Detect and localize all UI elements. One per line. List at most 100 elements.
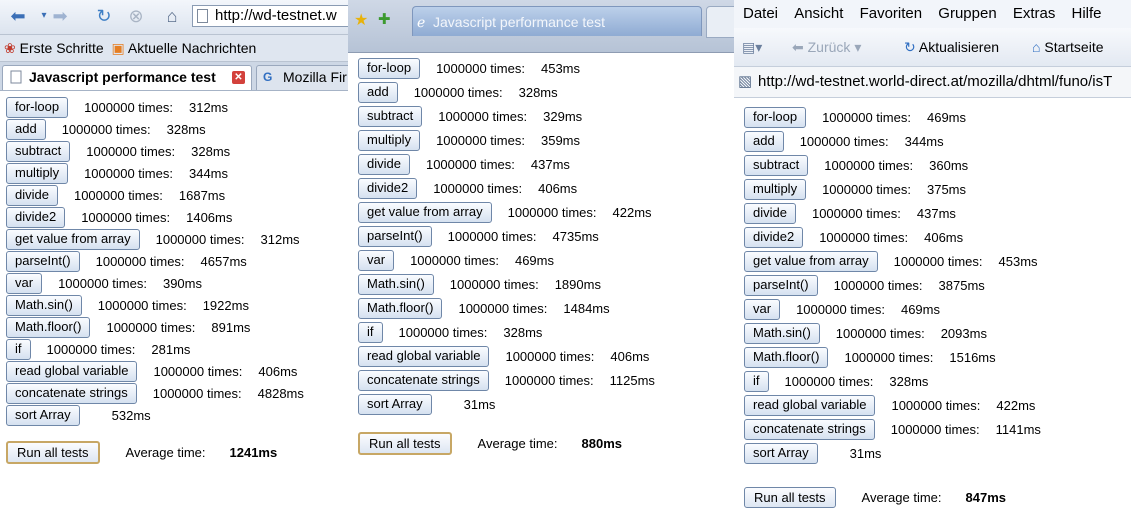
- test-button[interactable]: multiply: [744, 179, 807, 200]
- tab-javascript-performance-test[interactable]: Javascript performance test ✕: [2, 65, 252, 90]
- test-button[interactable]: concatenate strings: [358, 370, 489, 391]
- test-button[interactable]: parseInt(): [744, 275, 818, 296]
- test-button[interactable]: read global variable: [6, 361, 138, 382]
- test-button[interactable]: Math.floor(): [358, 298, 443, 319]
- test-button[interactable]: for-loop: [358, 58, 421, 79]
- duration-text: 1890ms: [554, 277, 601, 292]
- test-button[interactable]: divide2: [744, 227, 804, 248]
- test-button[interactable]: parseInt(): [6, 251, 80, 272]
- test-button[interactable]: sort Array: [744, 443, 818, 464]
- back-button[interactable]: ⬅ Zurück ▾: [792, 28, 861, 66]
- test-button[interactable]: multiply: [358, 130, 421, 151]
- test-row: for-loop 1000000 times: 469ms: [744, 107, 1041, 131]
- test-row: read global variable 1000000 times: 406ms: [358, 346, 655, 370]
- duration-text: 281ms: [151, 342, 191, 357]
- average-time-label: Average time:: [861, 490, 942, 505]
- iterations-text: 1000000 times:: [835, 326, 925, 341]
- menu-datei[interactable]: Datei: [743, 0, 778, 28]
- duration-text: 1406ms: [186, 210, 233, 225]
- test-button[interactable]: subtract: [744, 155, 809, 176]
- iterations-text: 1000000 times:: [86, 144, 176, 159]
- stop-icon[interactable]: ⊗: [126, 6, 146, 26]
- menu-gruppen[interactable]: Gruppen: [938, 0, 996, 28]
- test-row: divide 1000000 times: 437ms: [358, 154, 655, 178]
- test-button[interactable]: Math.sin(): [6, 295, 82, 316]
- test-button[interactable]: sort Array: [358, 394, 432, 415]
- test-row: sort Array 31ms: [744, 443, 1041, 467]
- test-button[interactable]: read global variable: [744, 395, 876, 416]
- menu-ansicht[interactable]: Ansicht: [794, 0, 843, 28]
- test-button[interactable]: add: [358, 82, 398, 103]
- page-menu-icon[interactable]: ▤▾: [742, 28, 762, 66]
- test-button[interactable]: var: [6, 273, 43, 294]
- test-button[interactable]: var: [358, 250, 395, 271]
- duration-text: 422ms: [612, 205, 652, 220]
- menu-favoriten[interactable]: Favoriten: [860, 0, 923, 28]
- iterations-text: 1000000 times:: [84, 166, 173, 181]
- test-button[interactable]: Math.sin(): [744, 323, 820, 344]
- iterations-text: 1000000 times:: [398, 325, 488, 340]
- menu-extras[interactable]: Extras: [1013, 0, 1056, 28]
- duration-text: 328ms: [889, 374, 929, 389]
- run-all-tests-button[interactable]: Run all tests: [6, 441, 100, 464]
- address-bar[interactable]: http://wd-testnet.w: [192, 5, 348, 27]
- star-icon[interactable]: ★: [354, 10, 368, 30]
- test-button[interactable]: for-loop: [6, 97, 69, 118]
- home-icon[interactable]: ⌂: [162, 6, 182, 26]
- tab-mozilla[interactable]: G Mozilla Fir: [256, 65, 348, 90]
- second-browser-window: ★ ✚ ℯ Javascript performance test for-lo…: [348, 0, 734, 511]
- tab-label: Javascript performance test: [29, 69, 216, 85]
- average-time-label: Average time:: [125, 445, 206, 460]
- test-button[interactable]: for-loop: [744, 107, 807, 128]
- test-button[interactable]: concatenate strings: [744, 419, 875, 440]
- duration-text: 469ms: [900, 302, 940, 317]
- test-button[interactable]: if: [744, 371, 769, 392]
- menu-hilfe[interactable]: Hilfe: [1072, 0, 1102, 28]
- iterations-text: 1000000 times:: [458, 301, 548, 316]
- close-tab-icon[interactable]: ✕: [232, 71, 245, 84]
- address-bar[interactable]: ▧ http://wd-testnet.world-direct.at/mozi…: [734, 67, 1131, 98]
- test-button[interactable]: get value from array: [744, 251, 878, 272]
- test-button[interactable]: Math.sin(): [358, 274, 434, 295]
- test-button[interactable]: Math.floor(): [6, 317, 91, 338]
- test-button[interactable]: read global variable: [358, 346, 490, 367]
- test-button[interactable]: divide: [358, 154, 410, 175]
- reload-icon[interactable]: ↻: [94, 6, 114, 26]
- test-row: var 1000000 times: 469ms: [358, 250, 655, 274]
- test-button[interactable]: if: [6, 339, 31, 360]
- test-button[interactable]: divide2: [358, 178, 418, 199]
- test-button[interactable]: divide: [6, 185, 58, 206]
- test-button[interactable]: add: [744, 131, 784, 152]
- tab-javascript-performance-test[interactable]: ℯ Javascript performance test: [412, 6, 702, 36]
- test-row: add 1000000 times: 328ms: [6, 119, 304, 141]
- bookmark-aktuelle-nachrichten[interactable]: ▣ Aktuelle Nachrichten: [112, 35, 257, 61]
- run-all-tests-button[interactable]: Run all tests: [744, 487, 836, 508]
- test-button[interactable]: var: [744, 299, 781, 320]
- add-favorite-icon[interactable]: ✚: [378, 10, 391, 28]
- test-button[interactable]: multiply: [6, 163, 69, 184]
- back-dropdown-icon: ▾: [854, 39, 862, 55]
- bookmark-erste-schritte[interactable]: ❀ Erste Schritte: [4, 35, 104, 61]
- test-button[interactable]: get value from array: [358, 202, 492, 223]
- duration-text: 312ms: [188, 100, 229, 115]
- new-tab-button[interactable]: [706, 6, 734, 38]
- run-all-tests-button[interactable]: Run all tests: [358, 432, 452, 455]
- test-row: for-loop 1000000 times: 453ms: [358, 58, 655, 82]
- duration-text: 891ms: [211, 320, 251, 335]
- refresh-button[interactable]: ↻ Aktualisieren: [904, 28, 999, 66]
- test-button[interactable]: if: [358, 322, 383, 343]
- test-button[interactable]: parseInt(): [358, 226, 432, 247]
- home-button[interactable]: ⌂ Startseite: [1032, 28, 1104, 66]
- test-button[interactable]: subtract: [6, 141, 71, 162]
- test-button[interactable]: add: [6, 119, 46, 140]
- duration-text: 406ms: [924, 230, 964, 245]
- test-button[interactable]: get value from array: [6, 229, 140, 250]
- test-button[interactable]: sort Array: [6, 405, 80, 426]
- test-button[interactable]: Math.floor(): [744, 347, 829, 368]
- test-button[interactable]: concatenate strings: [6, 383, 137, 404]
- test-button[interactable]: subtract: [358, 106, 423, 127]
- test-button[interactable]: divide: [744, 203, 796, 224]
- forward-arrow-icon[interactable]: ➡: [50, 6, 70, 26]
- back-arrow-icon[interactable]: ⬅: [8, 6, 28, 26]
- test-button[interactable]: divide2: [6, 207, 66, 228]
